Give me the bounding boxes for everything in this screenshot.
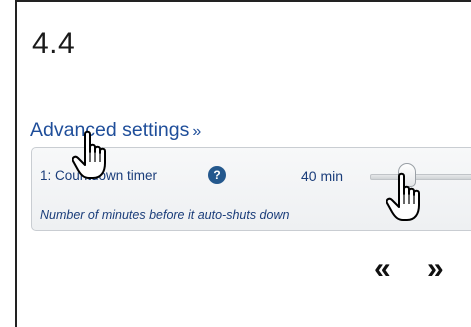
countdown-timer-value: 40 min (301, 168, 344, 184)
advanced-settings-label: Advanced settings (30, 119, 190, 141)
double-chevron-right-icon: » (192, 123, 202, 140)
countdown-timer-setting-panel: 1: Countdown timer ? 40 min Number of mi… (31, 147, 471, 231)
instruction-frame: 4.4 Advanced settings» 1: Countdown time… (15, 0, 471, 327)
countdown-timer-slider-track[interactable] (370, 174, 471, 180)
countdown-timer-description: Number of minutes before it auto-shuts d… (40, 208, 290, 222)
countdown-timer-label: 1: Countdown timer (40, 168, 158, 183)
countdown-timer-slider-thumb[interactable] (398, 163, 416, 187)
step-number: 4.4 (32, 27, 76, 60)
advanced-settings-link[interactable]: Advanced settings» (30, 119, 201, 142)
next-button[interactable]: » (427, 254, 444, 284)
previous-button[interactable]: « (374, 254, 391, 284)
question-circle-icon[interactable]: ? (208, 166, 226, 184)
